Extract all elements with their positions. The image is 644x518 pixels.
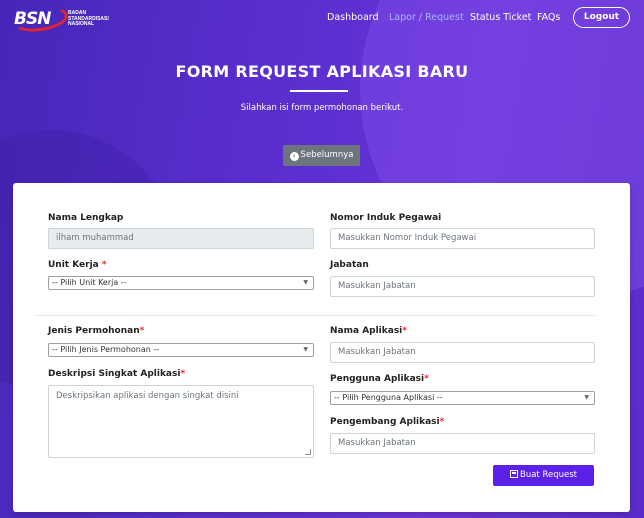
nama-aplikasi-input[interactable]: Masukkan Jabatan: [330, 342, 595, 363]
unit-kerja-select[interactable]: -- Pilih Unit Kerja -- ▼: [48, 276, 314, 290]
required-marker: *: [424, 374, 429, 384]
deskripsi-label: Deskripsi Singkat Aplikasi*: [48, 369, 185, 379]
required-marker: *: [402, 326, 407, 336]
nama-lengkap-field: ilham muhammad: [48, 228, 314, 249]
chevron-down-icon: ▼: [303, 346, 308, 353]
submit-button-label: Buat Request: [520, 470, 577, 480]
section-divider: [35, 315, 595, 316]
nav-dashboard[interactable]: Dashboard: [327, 12, 379, 23]
pengguna-label: Pengguna Aplikasi*: [330, 374, 429, 384]
jenis-permohonan-label-text: Jenis Permohonan: [48, 326, 140, 336]
deskripsi-label-text: Deskripsi Singkat Aplikasi: [48, 369, 181, 379]
pengembang-label-text: Pengembang Aplikasi: [330, 417, 440, 427]
jenis-permohonan-select[interactable]: -- Pilih Jenis Permohonan -- ▼: [48, 343, 314, 357]
required-marker: *: [439, 417, 445, 427]
submit-request-button[interactable]: Buat Request: [493, 465, 594, 486]
unit-kerja-selected: -- Pilih Unit Kerja --: [52, 278, 127, 287]
page-title: FORM REQUEST APLIKASI BARU: [175, 62, 469, 81]
nama-lengkap-label: Nama Lengkap: [48, 213, 124, 223]
pengguna-selected: -- Pilih Pengguna Aplikasi --: [334, 393, 443, 402]
nip-label: Nomor Induk Pegawai: [330, 213, 442, 223]
nip-input[interactable]: Masukkan Nomor Induk Pegawai: [330, 228, 595, 249]
nav-faqs[interactable]: FAQs: [537, 12, 560, 23]
chevron-down-icon: ▼: [584, 394, 589, 401]
nav-status-ticket[interactable]: Status Ticket: [470, 12, 531, 23]
nama-aplikasi-label: Nama Aplikasi*: [330, 326, 407, 336]
back-button-label: Sebelumnya: [300, 150, 354, 160]
resize-handle-icon[interactable]: [305, 449, 311, 455]
bsn-logo[interactable]: BSN Badan Standardisasi Nasional: [10, 3, 124, 35]
required-marker: *: [101, 260, 107, 270]
jabatan-label: Jabatan: [330, 260, 369, 270]
pengguna-label-text: Pengguna Aplikasi: [330, 374, 425, 384]
page-subtitle: Silahkan isi form permohonan berikut.: [240, 103, 404, 113]
chevron-down-icon: ▼: [303, 279, 308, 286]
deskripsi-placeholder: Deskripsikan aplikasi dengan singkat dis…: [56, 391, 239, 401]
required-marker: *: [139, 326, 145, 336]
deskripsi-textarea[interactable]: Deskripsikan aplikasi dengan singkat dis…: [48, 385, 314, 458]
pengembang-input[interactable]: Masukkan Jabatan: [330, 433, 595, 454]
unit-kerja-label: Unit Kerja *: [48, 260, 107, 270]
pengembang-label: Pengembang Aplikasi*: [330, 417, 444, 427]
logo-mark: BSN: [14, 9, 51, 29]
logout-button[interactable]: Logout: [573, 7, 630, 28]
jenis-permohonan-label: Jenis Permohonan*: [48, 326, 144, 336]
pengguna-select[interactable]: -- Pilih Pengguna Aplikasi -- ▼: [330, 391, 595, 405]
nama-aplikasi-label-text: Nama Aplikasi: [330, 326, 403, 336]
unit-kerja-label-text: Unit Kerja: [48, 260, 99, 270]
back-button[interactable]: ‹ Sebelumnya: [283, 145, 360, 166]
required-marker: *: [180, 369, 186, 379]
save-icon: [510, 470, 518, 478]
logo-text: Badan Standardisasi Nasional: [68, 10, 109, 27]
nav-lapor-request[interactable]: Lapor / Request: [389, 12, 464, 23]
title-underline: [290, 90, 348, 92]
jabatan-input[interactable]: Masukkan Jabatan: [330, 276, 595, 297]
arrow-left-circle-icon: ‹: [289, 152, 299, 161]
jenis-permohonan-selected: -- Pilih Jenis Permohonan --: [52, 345, 160, 354]
